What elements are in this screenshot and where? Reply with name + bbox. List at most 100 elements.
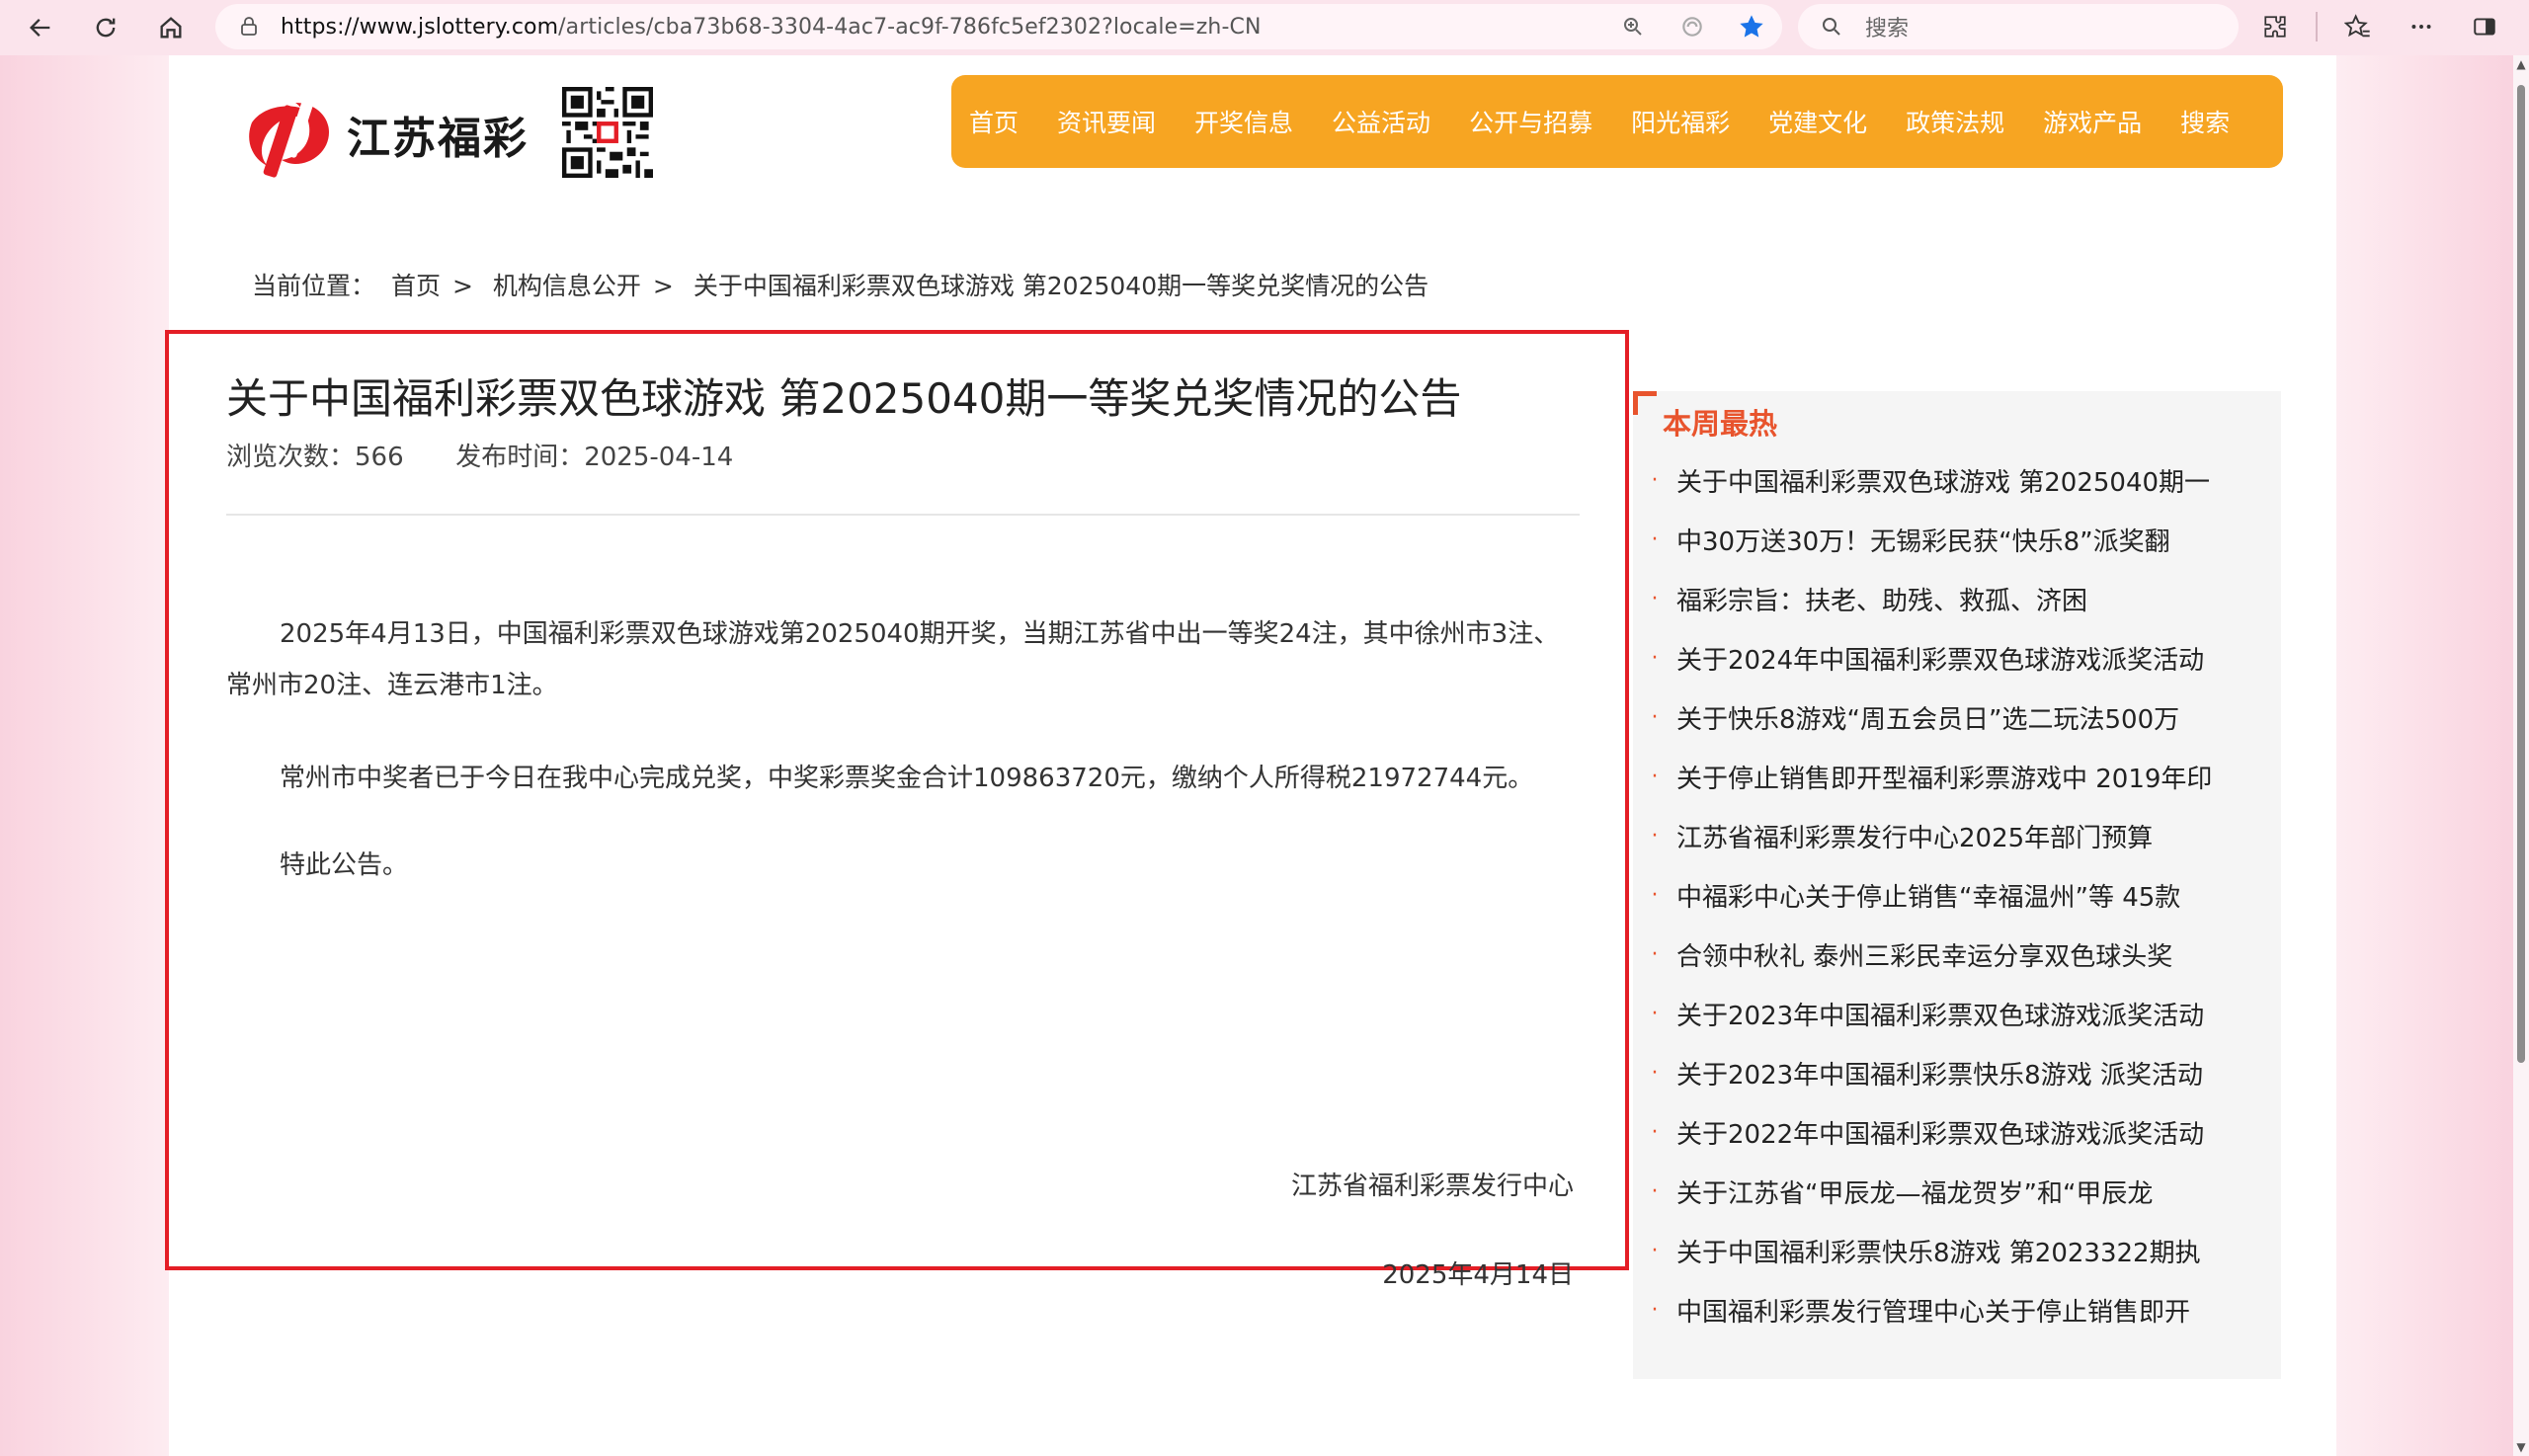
hot-list-item[interactable]: · 关于停止销售即开型福利彩票游戏中 2019年印 [1633,747,2281,806]
hot-list-item[interactable]: · 关于2023年中国福利彩票双色球游戏派奖活动 [1633,984,2281,1043]
search-placeholder: 搜索 [1865,17,1910,41]
hot-list-item[interactable]: · 福彩宗旨：扶老、助残、救孤、济困 [1633,569,2281,628]
scrollbar-thumb[interactable] [2517,85,2525,1063]
breadcrumb-info[interactable]: 机构信息公开 [493,272,641,300]
date-label: 发布时间： [455,443,585,472]
page-scrollbar[interactable]: ▲ ▼ [2513,55,2529,1456]
site-logo[interactable]: 江苏福彩 [234,85,530,184]
hot-list-item-title[interactable]: 关于中国福利彩票双色球游戏 第2025040期一 [1676,462,2210,499]
article-paragraph: 2025年4月13日，中国福利彩票双色球游戏第2025040期开奖，当期江苏省中… [226,619,1560,700]
hot-list-item[interactable]: · 江苏省福利彩票发行中心2025年部门预算 [1633,806,2281,865]
divider [226,514,1580,516]
hot-list-item[interactable]: · 关于快乐8游戏“周五会员日”选二玩法500万 [1633,688,2281,747]
hot-list-item[interactable]: · 中30万送30万！无锡彩民获“快乐8”派奖翻 [1633,510,2281,569]
article-title: 关于中国福利彩票双色球游戏 第2025040期一等奖兑奖情况的公告 [226,374,1462,423]
nav-home[interactable]: 首页 [969,104,1019,139]
breadcrumb-label: 当前位置： [252,272,376,300]
bullet-icon: · [1651,882,1659,908]
hot-list-item-title[interactable]: 关于停止销售即开型福利彩票游戏中 2019年印 [1676,759,2212,795]
hot-list-item[interactable]: · 中国福利彩票发行管理中心关于停止销售即开 [1633,1280,2281,1339]
hot-list-item-title[interactable]: 关于2023年中国福利彩票快乐8游戏 派奖活动 [1676,1055,2203,1092]
publish-date: 2025-04-14 [584,443,734,472]
browser-toolbar: https://www.jslottery.com/articles/cba73… [0,0,2529,55]
breadcrumb: 当前位置： 首页 > 机构信息公开 > 关于中国福利彩票双色球游戏 第2025040… [252,267,1436,302]
bullet-icon: · [1651,764,1659,789]
article-sign-date: 2025年4月14日 [1382,1260,1574,1290]
bullet-icon: · [1651,1001,1659,1026]
hot-list-item-title[interactable]: 关于江苏省“甲辰龙—福龙贺岁”和“甲辰龙 [1676,1173,2153,1210]
home-icon[interactable] [146,3,196,52]
views-count: 566 [355,443,404,472]
more-icon[interactable] [2399,4,2444,49]
zoom-icon[interactable] [1616,10,1650,43]
hot-list-item-title[interactable]: 关于中国福利彩票快乐8游戏 第2023322期执 [1676,1233,2201,1269]
bullet-icon: · [1651,586,1659,611]
lock-icon[interactable] [239,17,259,37]
search-icon [1823,18,1840,36]
toolbar-divider [2316,12,2318,41]
favorites-icon[interactable] [2335,4,2381,49]
scroll-up-arrow-icon[interactable]: ▲ [2513,57,2529,71]
sidebar-title: 本周最热 [1663,407,1778,441]
hot-list-item-title[interactable]: 江苏省福利彩票发行中心2025年部门预算 [1676,818,2153,854]
article-paragraph: 常州市中奖者已于今日在我中心完成兑奖，中奖彩票奖金合计109863720元，缴纳… [280,764,1534,793]
hot-articles-sidebar: 本周最热 · 关于中国福利彩票双色球游戏 第2025040期一 · 中30万送30万… [1633,391,2281,1379]
hot-list-item-title[interactable]: 中国福利彩票发行管理中心关于停止销售即开 [1676,1292,2190,1329]
back-icon[interactable] [16,3,65,52]
bullet-icon: · [1651,1297,1659,1323]
logo-text: 江苏福彩 [347,114,529,164]
hot-list-item-title[interactable]: 关于2023年中国福利彩票双色球游戏派奖活动 [1676,996,2204,1032]
scroll-down-arrow-icon[interactable]: ▼ [2513,1440,2529,1454]
hot-list-item[interactable]: · 关于江苏省“甲辰龙—福龙贺岁”和“甲辰龙 [1633,1162,2281,1221]
views-label: 浏览次数： [226,443,356,472]
address-bar[interactable]: https://www.jslottery.com/articles/cba73… [215,4,1782,49]
hot-list-item-title[interactable]: 关于2022年中国福利彩票双色球游戏派奖活动 [1676,1114,2204,1151]
hot-list-item-title[interactable]: 关于快乐8游戏“周五会员日”选二玩法500万 [1676,699,2179,736]
favorite-star-icon[interactable] [1735,10,1768,43]
hot-list-item[interactable]: · 中福彩中心关于停止销售“幸福温州”等 45款 [1633,865,2281,925]
article-signature: 江苏省福利彩票发行中心 [1290,1172,1574,1201]
nav-recruitment[interactable]: 公开与招募 [1469,104,1592,139]
article-meta: 浏览次数：566 发布时间：2025-04-14 [226,437,733,473]
browser-search-box[interactable]: 搜索 [1798,4,2239,49]
hot-list-item[interactable]: · 关于2023年中国福利彩票快乐8游戏 派奖活动 [1633,1043,2281,1102]
hot-list-item[interactable]: · 关于中国福利彩票快乐8游戏 第2023322期执 [1633,1221,2281,1280]
bullet-icon: · [1651,467,1659,493]
hot-list-item[interactable]: · 合领中秋礼 泰州三彩民幸运分享双色球头奖 [1633,925,2281,984]
bullet-icon: · [1651,1238,1659,1263]
nav-news[interactable]: 资讯要闻 [1057,104,1156,139]
article-paragraph: 特此公告。 [280,850,409,880]
hot-list-item-title[interactable]: 福彩宗旨：扶老、助残、救孤、济困 [1676,581,2087,617]
breadcrumb-current: 关于中国福利彩票双色球游戏 第2025040期一等奖兑奖情况的公告 [693,272,1429,300]
sidebar-corner-mark [1633,391,1657,415]
nav-sunshine[interactable]: 阳光福彩 [1631,104,1730,139]
hot-list-item-title[interactable]: 中30万送30万！无锡彩民获“快乐8”派奖翻 [1676,522,2170,558]
nav-party-culture[interactable]: 党建文化 [1768,104,1867,139]
bullet-icon: · [1651,645,1659,671]
translate-icon[interactable] [1675,10,1709,43]
hot-list-item-title[interactable]: 关于2024年中国福利彩票双色球游戏派奖活动 [1676,640,2204,677]
hot-list: · 关于中国福利彩票双色球游戏 第2025040期一 · 中30万送30万！无锡彩民… [1633,450,2281,1339]
hot-list-item-title[interactable]: 中福彩中心关于停止销售“幸福温州”等 45款 [1676,877,2180,914]
url-text[interactable]: https://www.jslottery.com/articles/cba73… [281,15,1262,40]
main-nav: 首页 资讯要闻 开奖信息 公益活动 公开与招募 阳光福彩 党建文化 政策法规 游… [951,75,2283,168]
bullet-icon: · [1651,704,1659,730]
hot-list-item[interactable]: · 关于2022年中国福利彩票双色球游戏派奖活动 [1633,1102,2281,1162]
breadcrumb-home[interactable]: 首页 [391,272,441,300]
nav-games[interactable]: 游戏产品 [2043,104,2142,139]
hot-list-item[interactable]: · 关于2024年中国福利彩票双色球游戏派奖活动 [1633,628,2281,688]
hot-list-item-title[interactable]: 合领中秋礼 泰州三彩民幸运分享双色球头奖 [1676,936,2172,973]
extensions-icon[interactable] [2252,4,2298,49]
nav-policies[interactable]: 政策法规 [1906,104,2004,139]
page-content: 江苏福彩 首页 资讯要闻 开奖信息 公益活动 公开与招募 阳光福彩 党建文化 政… [165,55,2336,1456]
nav-charity[interactable]: 公益活动 [1332,104,1430,139]
nav-draw-results[interactable]: 开奖信息 [1194,104,1293,139]
reload-icon[interactable] [81,3,130,52]
sidebar-toggle-icon[interactable] [2462,4,2507,49]
bullet-icon: · [1651,1060,1659,1086]
welfare-lottery-logo-icon [249,99,329,178]
breadcrumb-separator: > [652,272,674,300]
nav-search[interactable]: 搜索 [2180,104,2230,139]
bullet-icon: · [1651,823,1659,849]
hot-list-item[interactable]: · 关于中国福利彩票双色球游戏 第2025040期一 [1633,450,2281,510]
